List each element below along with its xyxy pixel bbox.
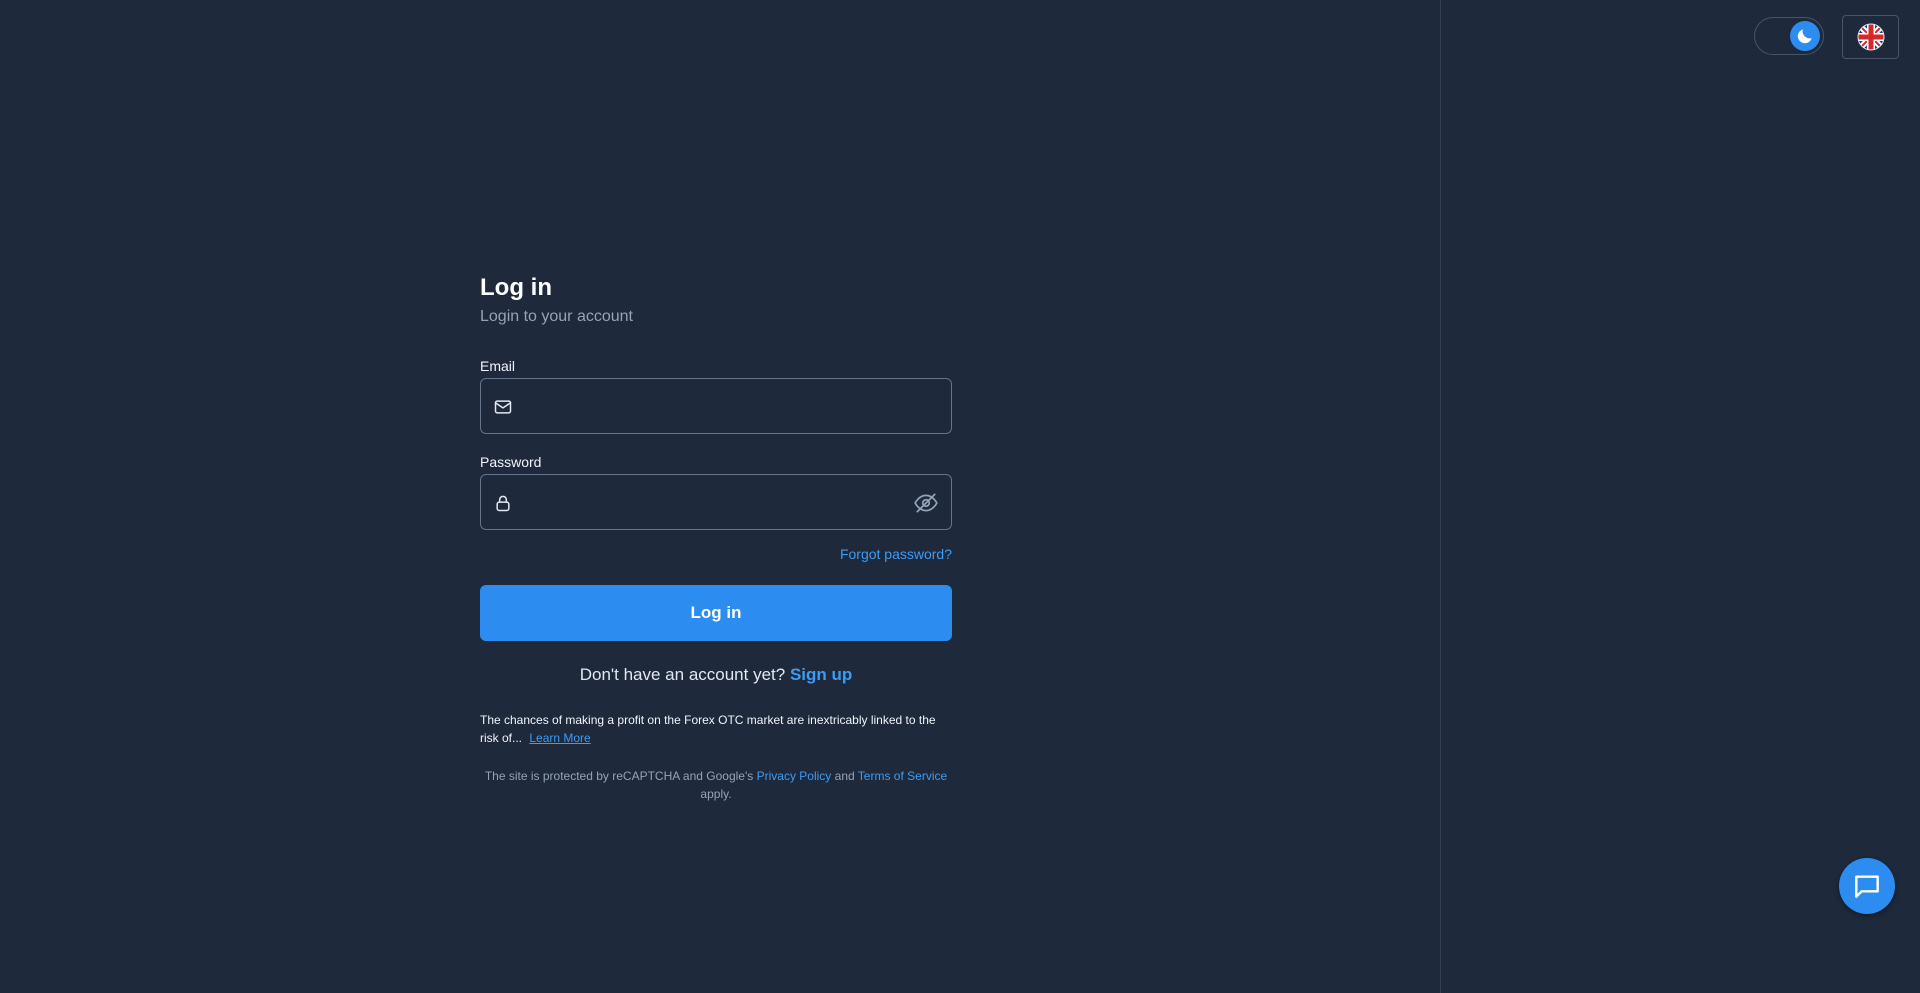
login-form: Log in Login to your account Email Passw…: [480, 270, 952, 803]
forgot-password-link[interactable]: Forgot password?: [840, 546, 952, 562]
recaptcha-and: and: [834, 769, 855, 783]
signup-link[interactable]: Sign up: [790, 665, 852, 684]
language-selector-button[interactable]: [1842, 15, 1899, 59]
lock-icon: [496, 495, 510, 512]
email-input[interactable]: [521, 379, 905, 435]
password-input[interactable]: [521, 475, 905, 531]
theme-toggle[interactable]: [1754, 17, 1824, 55]
recaptcha-prefix: The site is protected by reCAPTCHA and G…: [484, 769, 754, 783]
signup-prompt: Don't have an account yet?: [579, 665, 786, 684]
risk-disclaimer: The chances of making a profit on the Fo…: [480, 711, 952, 747]
uk-flag-icon: [1857, 23, 1884, 51]
recaptcha-suffix: apply.: [700, 787, 732, 801]
privacy-policy-link[interactable]: Privacy Policy: [757, 769, 832, 783]
chat-button[interactable]: [1839, 858, 1895, 914]
theme-toggle-knob: [1790, 21, 1820, 51]
password-field-wrapper[interactable]: [480, 474, 952, 531]
panel-divider: [1440, 0, 1441, 993]
login-button[interactable]: Log in: [480, 585, 952, 641]
recaptcha-notice: The site is protected by reCAPTCHA and G…: [480, 767, 952, 803]
mail-icon: [494, 400, 512, 414]
login-page: Log in Login to your account Email Passw…: [0, 0, 1920, 993]
moon-icon: [1797, 29, 1812, 44]
terms-of-service-link[interactable]: Terms of Service: [858, 769, 947, 783]
page-subtitle: Login to your account: [480, 308, 633, 325]
eye-off-icon[interactable]: [913, 490, 939, 516]
forgot-password-row: Forgot password?: [480, 544, 952, 565]
chat-icon: [1855, 875, 1879, 898]
learn-more-link[interactable]: Learn More: [529, 731, 590, 745]
email-field-wrapper[interactable]: [480, 378, 952, 435]
email-label: Email: [480, 358, 516, 374]
page-title: Log in: [480, 274, 552, 301]
password-label: Password: [480, 454, 542, 470]
signup-row: Don't have an account yet? Sign up: [480, 663, 952, 687]
